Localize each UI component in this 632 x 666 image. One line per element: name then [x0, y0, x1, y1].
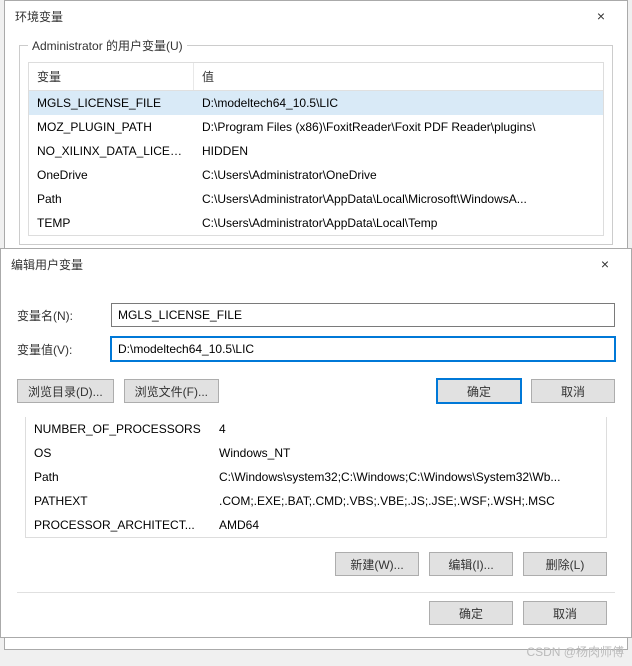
titlebar: 编辑用户变量 ×	[1, 249, 631, 279]
close-icon[interactable]: ×	[585, 252, 625, 276]
browse-file-button[interactable]: 浏览文件(F)...	[124, 379, 219, 403]
groupbox-title: Administrator 的用户变量(U)	[28, 37, 187, 54]
column-variable[interactable]: 变量	[29, 63, 194, 90]
new-button[interactable]: 新建(W)...	[335, 552, 419, 576]
delete-button[interactable]: 删除(L)	[523, 552, 607, 576]
window-title: 编辑用户变量	[11, 256, 83, 273]
table-row[interactable]: PROCESSOR_ARCHITECT... AMD64	[26, 513, 606, 537]
watermark: CSDN @杨肉师傅	[526, 643, 624, 660]
ok-button[interactable]: 确定	[437, 379, 521, 403]
table-row[interactable]: MGLS_LICENSE_FILE D:\modeltech64_10.5\LI…	[29, 91, 603, 115]
var-name-input[interactable]	[111, 303, 615, 327]
table-row[interactable]: OS Windows_NT	[26, 441, 606, 465]
cancel-button[interactable]: 取消	[531, 379, 615, 403]
table-row[interactable]: Path C:\Windows\system32;C:\Windows;C:\W…	[26, 465, 606, 489]
system-vars-table[interactable]: NUMBER_OF_PROCESSORS 4 OS Windows_NT Pat…	[25, 417, 607, 538]
table-row[interactable]: Path C:\Users\Administrator\AppData\Loca…	[29, 187, 603, 211]
browse-dir-button[interactable]: 浏览目录(D)...	[17, 379, 114, 403]
close-icon[interactable]: ×	[581, 4, 621, 28]
var-value-input[interactable]	[111, 337, 615, 361]
edit-button[interactable]: 编辑(I)...	[429, 552, 513, 576]
column-value[interactable]: 值	[194, 63, 603, 90]
table-row[interactable]: PATHEXT .COM;.EXE;.BAT;.CMD;.VBS;.VBE;.J…	[26, 489, 606, 513]
var-value-label: 变量值(V):	[17, 341, 97, 358]
cancel-button[interactable]: 取消	[523, 601, 607, 625]
user-vars-group: Administrator 的用户变量(U) 变量 值 MGLS_LICENSE…	[19, 45, 613, 245]
table-row[interactable]: TEMP C:\Users\Administrator\AppData\Loca…	[29, 211, 603, 235]
user-vars-table[interactable]: 变量 值 MGLS_LICENSE_FILE D:\modeltech64_10…	[28, 62, 604, 236]
table-row[interactable]: MOZ_PLUGIN_PATH D:\Program Files (x86)\F…	[29, 115, 603, 139]
table-header: 变量 值	[29, 63, 603, 91]
table-row[interactable]: OneDrive C:\Users\Administrator\OneDrive	[29, 163, 603, 187]
var-name-label: 变量名(N):	[17, 307, 97, 324]
titlebar: 环境变量 ×	[5, 1, 627, 31]
ok-button[interactable]: 确定	[429, 601, 513, 625]
window-title: 环境变量	[15, 8, 63, 25]
table-row[interactable]: NUMBER_OF_PROCESSORS 4	[26, 417, 606, 441]
edit-user-var-window: 编辑用户变量 × 变量名(N): 变量值(V): 浏览目录(D)... 浏览文件…	[0, 248, 632, 638]
table-row[interactable]: NO_XILINX_DATA_LICENSE HIDDEN	[29, 139, 603, 163]
